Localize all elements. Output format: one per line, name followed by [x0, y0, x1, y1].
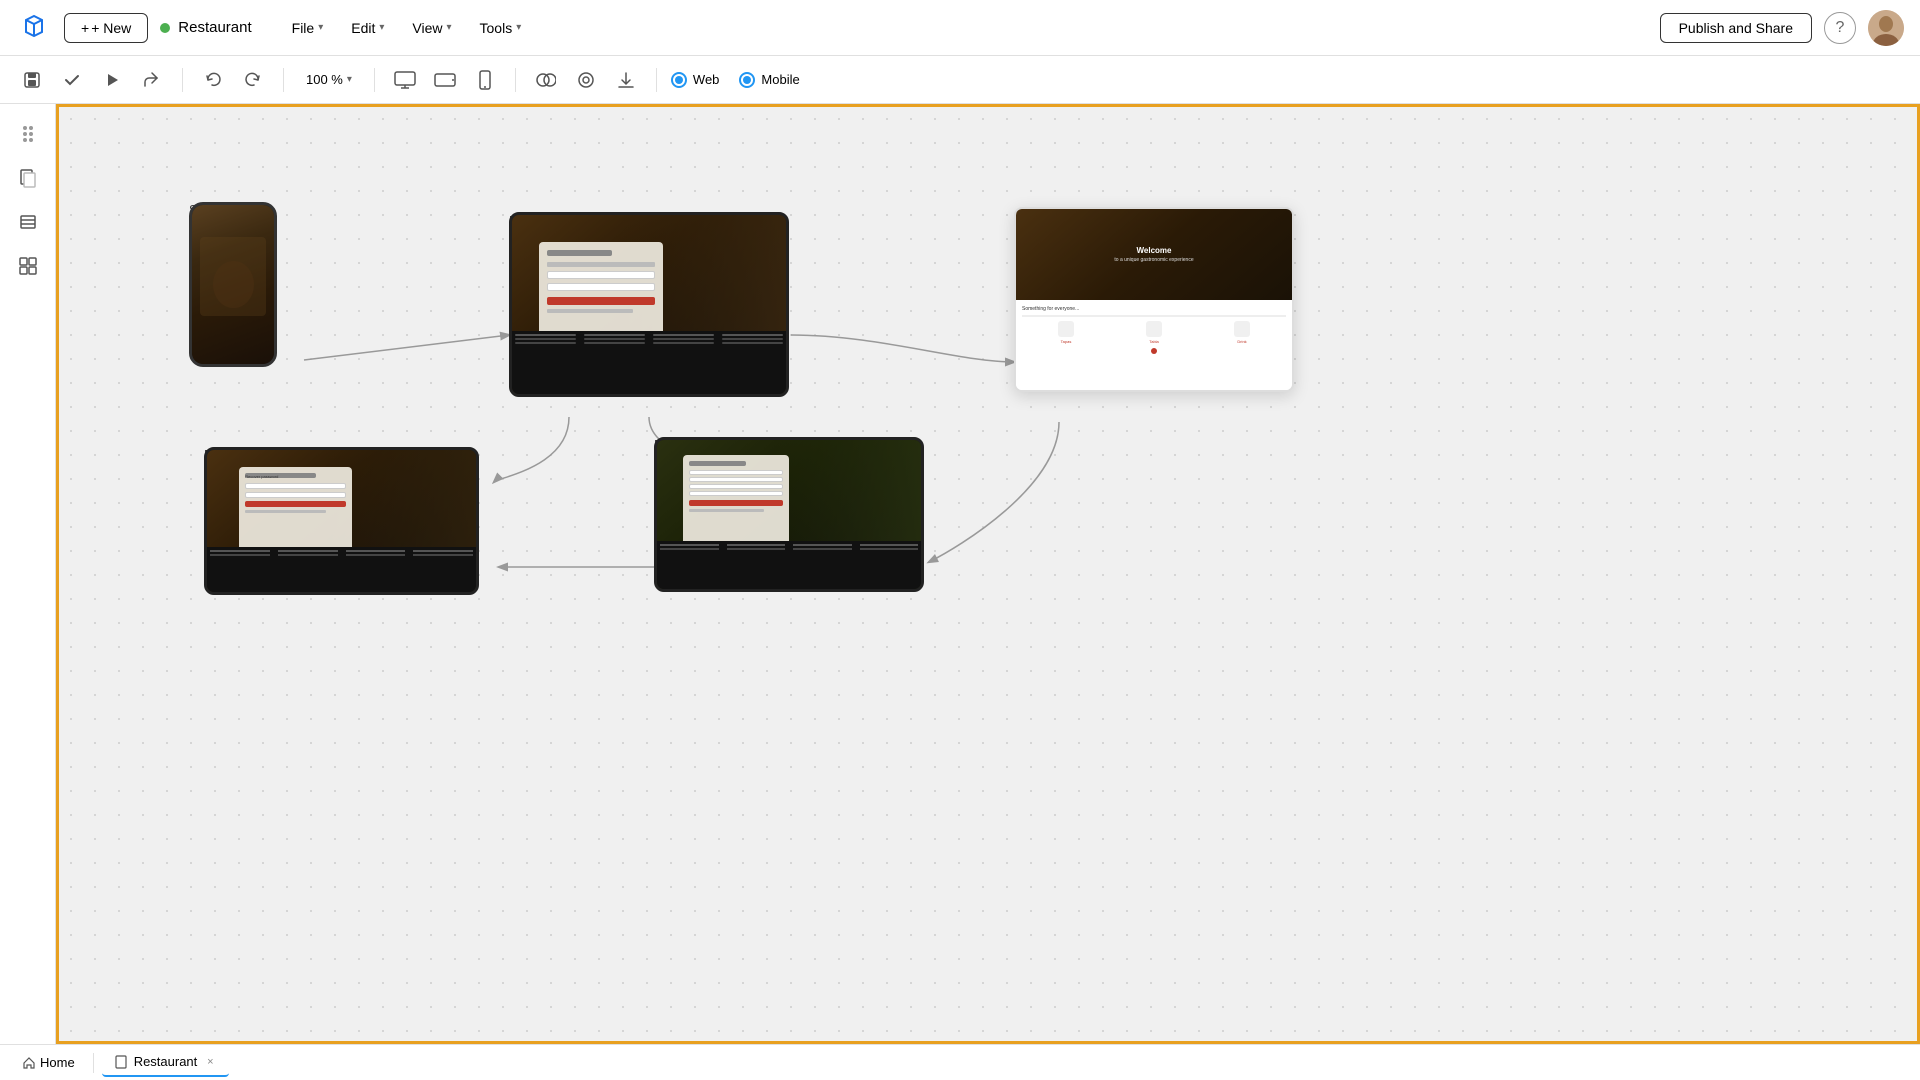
- plus-icon: +: [81, 20, 89, 36]
- undo-button[interactable]: [197, 64, 229, 96]
- login-frame-mockup[interactable]: [509, 212, 789, 397]
- publish-share-button[interactable]: Publish and Share: [1660, 13, 1812, 43]
- status-dot: [160, 23, 170, 33]
- forgot-password-frame-mockup[interactable]: Recover password: [204, 447, 479, 595]
- share-button[interactable]: [136, 64, 168, 96]
- tab-restaurant[interactable]: Restaurant ×: [102, 1049, 230, 1077]
- home-tab-icon: [22, 1056, 36, 1070]
- tab-home[interactable]: Home: [12, 1051, 85, 1074]
- view-menu[interactable]: View ▾: [400, 14, 463, 42]
- home-frame-mockup[interactable]: Welcome to a unique gastronomic experien…: [1014, 207, 1294, 392]
- navbar: + + New Restaurant File ▾ Edit ▾ View ▾ …: [0, 0, 1920, 56]
- chevron-icon: ▾: [379, 22, 384, 33]
- tab-page-icon: [114, 1055, 128, 1069]
- home-label-container: Home 🏠 Welcome to a unique gastronomic e…: [1014, 207, 1294, 392]
- tab-divider: [93, 1053, 94, 1073]
- splash-phone-mockup[interactable]: [189, 202, 277, 367]
- chevron-icon: ▾: [318, 22, 323, 33]
- save-button[interactable]: [16, 64, 48, 96]
- help-button[interactable]: ?: [1824, 12, 1856, 44]
- new-button[interactable]: + + New: [64, 13, 148, 43]
- edit-menu[interactable]: Edit ▾: [339, 14, 396, 42]
- components-icon[interactable]: [10, 248, 46, 284]
- nav-menus: File ▾ Edit ▾ View ▾ Tools ▾: [280, 14, 534, 42]
- pages-icon[interactable]: [10, 160, 46, 196]
- mobile-preview-option[interactable]: Mobile: [739, 72, 799, 88]
- desktop-device-button[interactable]: [389, 64, 421, 96]
- register-frame-mockup[interactable]: [654, 437, 924, 592]
- divider: [182, 68, 183, 92]
- forgot-password-label-container: Forgot your password Recover password: [204, 447, 479, 595]
- chevron-down-icon: ▾: [347, 74, 352, 85]
- divider: [374, 68, 375, 92]
- tab-close-button[interactable]: ×: [203, 1055, 217, 1069]
- chevron-icon: ▾: [446, 22, 451, 33]
- layer-icon[interactable]: [10, 204, 46, 240]
- canvas[interactable]: Splash Login ➜: [56, 104, 1920, 1044]
- download-button[interactable]: [610, 64, 642, 96]
- check-button[interactable]: [56, 64, 88, 96]
- main-area: Splash Login ➜: [0, 104, 1920, 1044]
- avatar[interactable]: [1868, 10, 1904, 46]
- chevron-icon: ▾: [516, 22, 521, 33]
- mobile-device-button[interactable]: [469, 64, 501, 96]
- toolbar: 100 % ▾: [0, 56, 1920, 104]
- divider: [656, 68, 657, 92]
- tools-menu[interactable]: Tools ▾: [468, 14, 534, 42]
- mobile-check-icon: [739, 72, 755, 88]
- project-name: Restaurant: [160, 19, 251, 36]
- interaction-button[interactable]: [530, 64, 562, 96]
- help-icon: ?: [1836, 19, 1845, 37]
- file-menu[interactable]: File ▾: [280, 14, 336, 42]
- tab-bar: Home Restaurant ×: [0, 1044, 1920, 1080]
- left-sidebar: [0, 104, 56, 1044]
- redo-button[interactable]: [237, 64, 269, 96]
- logo: [16, 10, 52, 46]
- register-label-container: Register: [654, 437, 924, 592]
- web-check-icon: [671, 72, 687, 88]
- sidebar-dots-icon[interactable]: [10, 116, 46, 152]
- login-label-container: Login ➜: [509, 212, 789, 397]
- zoom-control[interactable]: 100 % ▾: [298, 68, 360, 91]
- prototype-button[interactable]: [570, 64, 602, 96]
- divider: [515, 68, 516, 92]
- splash-label-container: Splash: [189, 202, 277, 367]
- tablet-landscape-button[interactable]: [429, 64, 461, 96]
- navbar-right: Publish and Share ?: [1660, 10, 1904, 46]
- play-button[interactable]: [96, 64, 128, 96]
- web-preview-option[interactable]: Web: [671, 72, 720, 88]
- divider: [283, 68, 284, 92]
